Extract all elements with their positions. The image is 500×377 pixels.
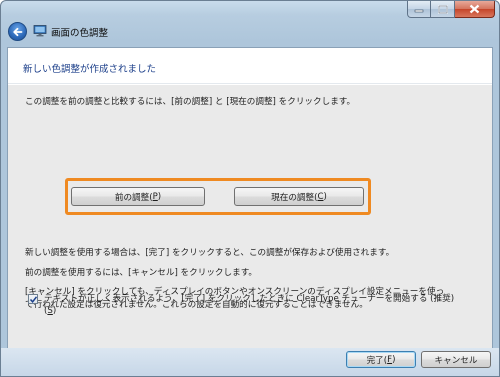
content-panel: 新しい色調整が作成されました この調整を前の調整と比較するには、[前の調整] と… bbox=[7, 47, 493, 348]
previous-button-label: 前の調整( bbox=[114, 192, 153, 203]
current-button-label: 現在の調整( bbox=[271, 192, 318, 203]
minimize-icon bbox=[414, 9, 424, 13]
banner-heading: 新しい色調整が作成されました bbox=[23, 64, 157, 75]
cleartype-accesskey: S bbox=[47, 306, 53, 316]
banner: 新しい色調整が作成されました bbox=[8, 48, 492, 84]
previous-calibration-button[interactable]: 前の調整(P) bbox=[71, 187, 205, 206]
finish-button-label-end: ) bbox=[392, 354, 396, 365]
current-calibration-button[interactable]: 現在の調整(C) bbox=[234, 187, 364, 206]
checkmark-icon bbox=[29, 295, 37, 303]
cleartype-checkbox[interactable] bbox=[28, 294, 38, 304]
close-icon bbox=[469, 4, 480, 14]
finish-button-label: 完了( bbox=[366, 355, 388, 366]
finish-instruction: 新しい調整を使用する場合は、[完了] をクリックすると、この調整が保存および使用… bbox=[25, 248, 395, 258]
display-monitor-icon bbox=[33, 25, 47, 37]
back-button[interactable] bbox=[8, 22, 27, 41]
color-calibration-window: 画面の色調整 新しい色調整が作成されました この調整を前の調整と比較するには、[… bbox=[0, 0, 500, 377]
cancel-button[interactable]: キャンセル bbox=[421, 351, 491, 368]
main-body: この調整を前の調整と比較するには、[前の調整] と [現在の調整] をクリックし… bbox=[8, 85, 492, 348]
compare-instruction: この調整を前の調整と比較するには、[前の調整] と [現在の調整] をクリックし… bbox=[25, 97, 356, 107]
current-button-label-end: ) bbox=[323, 191, 327, 202]
close-button[interactable] bbox=[455, 1, 495, 18]
cleartype-label: テキストが正しく表示されるよう、[完了] をクリックしたときに ClearTyp… bbox=[44, 293, 474, 317]
previous-button-label-end: ) bbox=[157, 191, 162, 202]
window-controls bbox=[407, 1, 495, 18]
maximize-icon bbox=[437, 4, 448, 14]
minimize-button[interactable] bbox=[407, 1, 431, 18]
window-title: 画面の色調整 bbox=[51, 28, 109, 39]
finish-button[interactable]: 完了(F) bbox=[346, 351, 416, 368]
cancel-instruction: 前の調整を使用するには、[キャンセル] をクリックします。 bbox=[25, 268, 258, 278]
cleartype-label-line1: テキストが正しく表示されるよう、[完了] をクリックしたときに ClearTyp… bbox=[44, 294, 455, 304]
maximize-button[interactable] bbox=[431, 1, 455, 18]
back-arrow-icon bbox=[13, 27, 23, 36]
cleartype-label-line2: (S) bbox=[44, 306, 57, 316]
